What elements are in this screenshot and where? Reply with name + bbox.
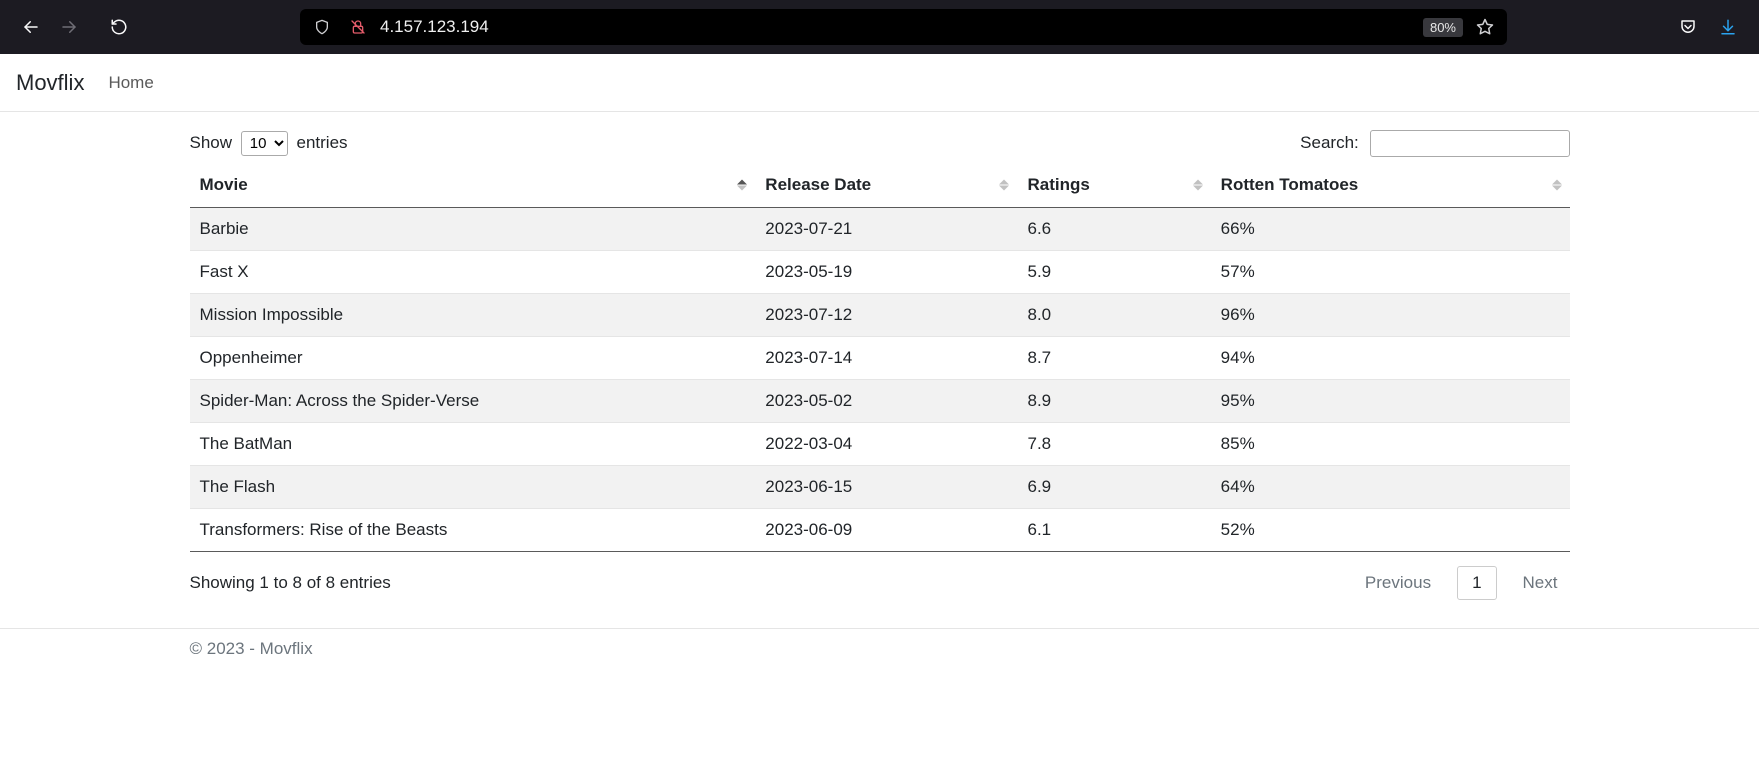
cell-ratings: 6.1 xyxy=(1017,509,1210,552)
cell-ratings: 8.0 xyxy=(1017,294,1210,337)
table-row: Barbie2023-07-216.666% xyxy=(190,208,1570,251)
length-select[interactable]: 10 xyxy=(241,131,288,156)
downloads-icon[interactable] xyxy=(1711,10,1745,44)
cell-movie: Mission Impossible xyxy=(190,294,756,337)
pocket-icon[interactable] xyxy=(1671,10,1705,44)
cell-ratings: 8.9 xyxy=(1017,380,1210,423)
cell-ratings: 6.9 xyxy=(1017,466,1210,509)
table-header-row: Movie Release Date Ratings Rotten Tomato… xyxy=(190,163,1570,208)
cell-rotten: 85% xyxy=(1211,423,1570,466)
main-container: Show 10 entries Search: Movie Rele xyxy=(190,112,1570,628)
nav-home[interactable]: Home xyxy=(108,73,153,93)
cell-movie: The BatMan xyxy=(190,423,756,466)
cell-movie: Oppenheimer xyxy=(190,337,756,380)
cell-release: 2023-07-12 xyxy=(755,294,1017,337)
search-control: Search: xyxy=(1300,130,1569,157)
sort-icon xyxy=(737,180,747,191)
cell-ratings: 5.9 xyxy=(1017,251,1210,294)
url-text[interactable]: 4.157.123.194 xyxy=(380,17,1415,37)
cell-rotten: 64% xyxy=(1211,466,1570,509)
bookmark-star-icon[interactable] xyxy=(1471,13,1499,41)
table-row: Fast X2023-05-195.957% xyxy=(190,251,1570,294)
col-header-rotten[interactable]: Rotten Tomatoes xyxy=(1211,163,1570,208)
cell-release: 2023-07-21 xyxy=(755,208,1017,251)
table-controls-bottom: Showing 1 to 8 of 8 entries Previous 1 N… xyxy=(190,552,1570,618)
cell-release: 2023-07-14 xyxy=(755,337,1017,380)
table-row: Oppenheimer2023-07-148.794% xyxy=(190,337,1570,380)
cell-release: 2023-05-02 xyxy=(755,380,1017,423)
length-prefix: Show xyxy=(190,133,233,152)
cell-ratings: 7.8 xyxy=(1017,423,1210,466)
length-control: Show 10 entries xyxy=(190,131,348,156)
search-label: Search: xyxy=(1300,133,1359,152)
cell-rotten: 95% xyxy=(1211,380,1570,423)
cell-rotten: 94% xyxy=(1211,337,1570,380)
cell-rotten: 96% xyxy=(1211,294,1570,337)
table-row: The Flash2023-06-156.964% xyxy=(190,466,1570,509)
cell-rotten: 57% xyxy=(1211,251,1570,294)
page-next[interactable]: Next xyxy=(1511,567,1570,599)
length-suffix: entries xyxy=(297,133,348,152)
shield-icon[interactable] xyxy=(308,13,336,41)
app-navbar: Movflix Home xyxy=(0,54,1759,112)
cell-movie: Barbie xyxy=(190,208,756,251)
cell-ratings: 8.7 xyxy=(1017,337,1210,380)
footer-text: © 2023 - Movflix xyxy=(190,629,1570,669)
cell-movie: The Flash xyxy=(190,466,756,509)
reload-button[interactable] xyxy=(102,10,136,44)
zoom-badge[interactable]: 80% xyxy=(1423,18,1463,37)
address-bar[interactable]: 4.157.123.194 80% xyxy=(300,9,1507,45)
browser-toolbar: 4.157.123.194 80% xyxy=(0,0,1759,54)
table-row: Transformers: Rise of the Beasts2023-06-… xyxy=(190,509,1570,552)
table-row: Mission Impossible2023-07-128.096% xyxy=(190,294,1570,337)
sort-icon xyxy=(1552,180,1562,191)
insecure-lock-icon[interactable] xyxy=(344,13,372,41)
cell-release: 2023-06-09 xyxy=(755,509,1017,552)
table-row: Spider-Man: Across the Spider-Verse2023-… xyxy=(190,380,1570,423)
cell-release: 2022-03-04 xyxy=(755,423,1017,466)
table-row: The BatMan2022-03-047.885% xyxy=(190,423,1570,466)
cell-release: 2023-05-19 xyxy=(755,251,1017,294)
page-current[interactable]: 1 xyxy=(1457,566,1496,600)
cell-ratings: 6.6 xyxy=(1017,208,1210,251)
cell-rotten: 66% xyxy=(1211,208,1570,251)
sort-icon xyxy=(1193,180,1203,191)
cell-movie: Transformers: Rise of the Beasts xyxy=(190,509,756,552)
pagination: Previous 1 Next xyxy=(1353,566,1570,600)
back-button[interactable] xyxy=(14,10,48,44)
browser-right-actions xyxy=(1671,10,1745,44)
search-input[interactable] xyxy=(1370,130,1570,157)
forward-button[interactable] xyxy=(52,10,86,44)
sort-icon xyxy=(999,180,1009,191)
col-header-release[interactable]: Release Date xyxy=(755,163,1017,208)
col-header-ratings[interactable]: Ratings xyxy=(1017,163,1210,208)
cell-rotten: 52% xyxy=(1211,509,1570,552)
cell-release: 2023-06-15 xyxy=(755,466,1017,509)
table-info: Showing 1 to 8 of 8 entries xyxy=(190,573,391,593)
table-controls-top: Show 10 entries Search: xyxy=(190,122,1570,163)
cell-movie: Fast X xyxy=(190,251,756,294)
movies-table: Movie Release Date Ratings Rotten Tomato… xyxy=(190,163,1570,552)
brand[interactable]: Movflix xyxy=(16,70,84,96)
col-header-movie[interactable]: Movie xyxy=(190,163,756,208)
cell-movie: Spider-Man: Across the Spider-Verse xyxy=(190,380,756,423)
page-previous[interactable]: Previous xyxy=(1353,567,1443,599)
